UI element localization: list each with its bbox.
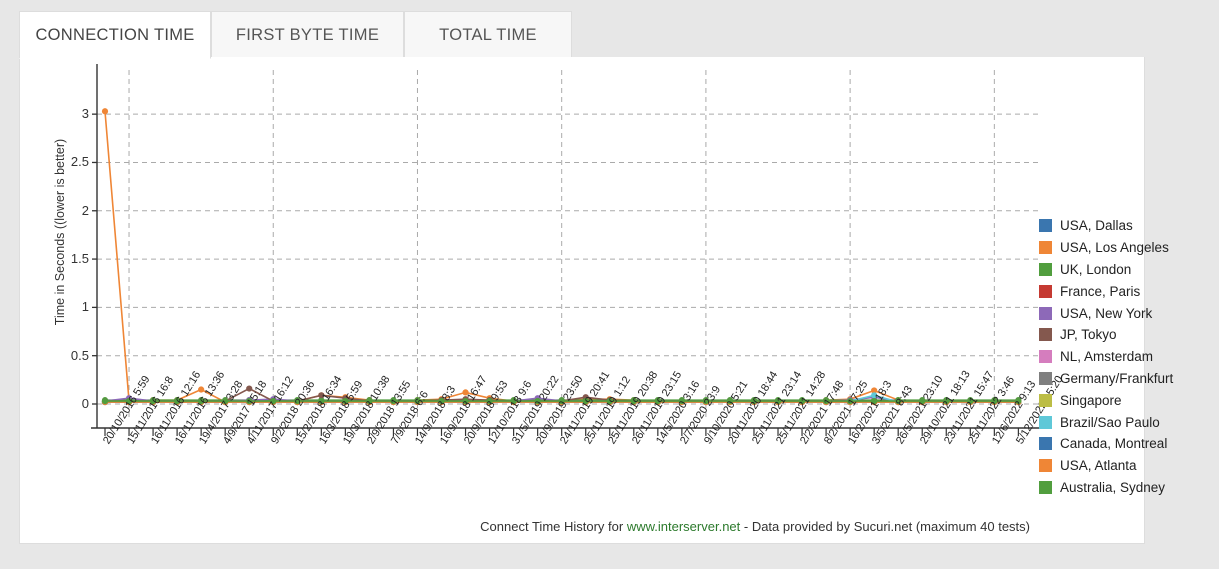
connection-time-widget: CONNECTION TIME FIRST BYTE TIME TOTAL TIME… (0, 0, 1219, 569)
legend-item[interactable]: UK, London (1039, 259, 1219, 281)
data-point (101, 398, 109, 405)
legend-color-swatch (1039, 415, 1052, 429)
legend-item[interactable]: France, Paris (1039, 280, 1219, 302)
axis-lines (91, 64, 1044, 429)
caption-suffix: - Data provided by Sucuri.net (maximum 4… (740, 519, 1030, 534)
data-point (101, 108, 109, 115)
tab-connection-time[interactable]: CONNECTION TIME (19, 11, 211, 59)
legend-color-swatch (1039, 459, 1052, 473)
caption-prefix: Connect Time History for (480, 519, 627, 534)
legend-label: Germany/Frankfurt (1060, 370, 1174, 386)
legend-color-swatch (1039, 284, 1052, 298)
legend-label: JP, Tokyo (1060, 327, 1117, 343)
legend-label: UK, London (1060, 261, 1132, 277)
legend-color-swatch (1039, 262, 1052, 276)
chart-caption: Connect Time History for www.interserver… (20, 519, 1030, 534)
legend-color-swatch (1039, 393, 1052, 407)
legend-item[interactable]: Germany/Frankfurt (1039, 368, 1219, 390)
legend-color-swatch (1039, 437, 1052, 451)
tab-label: FIRST BYTE TIME (235, 25, 380, 44)
legend-color-swatch (1039, 219, 1052, 233)
legend-item[interactable]: USA, Los Angeles (1039, 237, 1219, 259)
legend-color-swatch (1039, 328, 1052, 342)
legend-item[interactable]: USA, Dallas (1039, 215, 1219, 237)
legend-item[interactable]: JP, Tokyo (1039, 324, 1219, 346)
legend-label: USA, Atlanta (1060, 458, 1137, 474)
chart: Time in Seconds ((lower is better) 0 0.5 1… (20, 57, 1173, 544)
legend-label: France, Paris (1060, 283, 1141, 299)
legend-item[interactable]: Canada, Montreal (1039, 433, 1219, 455)
legend-label: Singapore (1060, 392, 1122, 408)
legend-color-swatch (1039, 350, 1052, 364)
legend-color-swatch (1039, 306, 1052, 320)
legend-color-swatch (1039, 241, 1052, 255)
tab-label: TOTAL TIME (439, 25, 537, 44)
legend-label: Brazil/Sao Paulo (1060, 414, 1160, 430)
legend-color-swatch (1039, 480, 1052, 494)
legend-label: USA, New York (1060, 305, 1153, 321)
legend-label: Canada, Montreal (1060, 436, 1168, 452)
legend-item[interactable]: USA, New York (1039, 302, 1219, 324)
legend-label: NL, Amsterdam (1060, 349, 1154, 365)
legend-label: USA, Los Angeles (1060, 240, 1169, 256)
plot-svg (91, 64, 1044, 436)
tab-first-byte-time[interactable]: FIRST BYTE TIME (211, 11, 404, 58)
legend-item[interactable]: Brazil/Sao Paulo (1039, 411, 1219, 433)
legend-item[interactable]: NL, Amsterdam (1039, 346, 1219, 368)
legend-label: USA, Dallas (1060, 218, 1133, 234)
legend-color-swatch (1039, 371, 1052, 385)
gridlines (97, 70, 1040, 418)
legend-item[interactable]: USA, Atlanta (1039, 455, 1219, 477)
legend-item[interactable]: Australia, Sydney (1039, 477, 1219, 499)
chart-panel: Time in Seconds ((lower is better) 0 0.5 1… (19, 57, 1173, 544)
tab-total-time[interactable]: TOTAL TIME (404, 11, 572, 58)
caption-site-link[interactable]: www.interserver.net (627, 519, 740, 534)
legend-label: Australia, Sydney (1060, 479, 1166, 495)
chart-legend: USA, Dallas USA, Los Angeles UK, London Fra… (1039, 215, 1219, 498)
tab-bar: CONNECTION TIME FIRST BYTE TIME TOTAL TIME (19, 11, 1145, 59)
tab-label: CONNECTION TIME (35, 25, 195, 44)
legend-item[interactable]: Singapore (1039, 389, 1219, 411)
